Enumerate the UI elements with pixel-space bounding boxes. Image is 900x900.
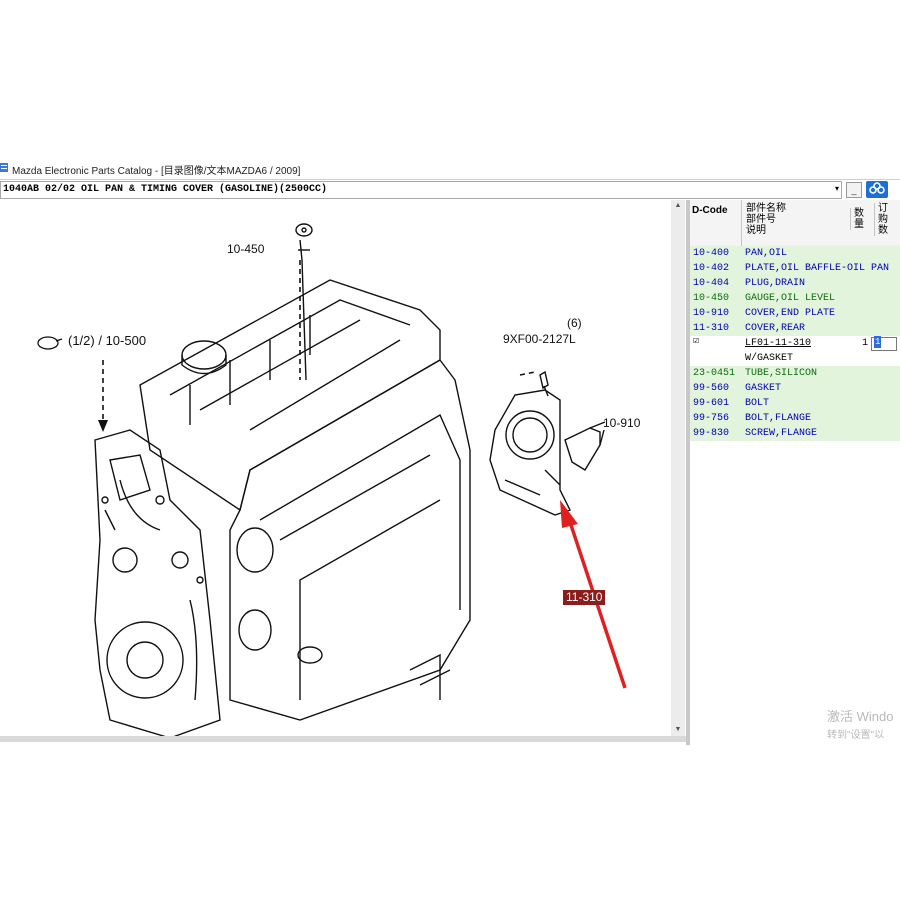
minimize-button[interactable]: _ [846,182,862,198]
selected-part-note-row: W/GASKET [690,351,900,366]
table-row[interactable]: 99-830 SCREW,FLANGE [690,426,900,441]
row-dcode: 99-756 [693,413,730,424]
part-qty: 1 [862,338,869,349]
leader-arrowhead [98,420,108,432]
row-name: PAN,OIL [745,248,788,259]
table-row[interactable]: 99-756 BOLT,FLANGE [690,411,900,426]
row-dcode: 23-0451 [693,368,736,379]
toolbar: 1040AB 02/02 OIL PAN & TIMING COVER (GAS… [0,179,900,201]
row-name: PLATE,OIL BAFFLE-OIL PAN [745,263,890,274]
row-dcode: 99-830 [693,428,730,439]
row-dcode: 99-560 [693,383,730,394]
diagram-horizontal-scrollbar[interactable] [0,736,686,742]
part-number: LF01-11-310 [745,338,812,349]
table-row[interactable]: 10-450 GAUGE,OIL LEVEL [690,291,900,306]
table-row-selected[interactable]: 11-310 COVER,REAR [690,321,900,336]
row-name: PLUG,DRAIN [745,278,806,289]
callout-end-plate[interactable]: 10-910 [603,416,640,430]
row-name: GASKET [745,383,782,394]
table-row[interactable]: 99-560 GASKET [690,381,900,396]
row-dcode: 10-404 [693,278,730,289]
row-name: SCREW,FLANGE [745,428,818,439]
header-dcode: D-Code [692,205,728,216]
table-row[interactable]: 10-910 COVER,END PLATE [690,306,900,321]
parts-list: D-Code 部件名称 部件号 说明 数量 订购数 10-400 PAN,OIL… [690,200,900,745]
row-name: COVER,END PLATE [745,308,836,319]
table-row[interactable]: 10-404 PLUG,DRAIN [690,276,900,291]
table-row[interactable]: 10-400 PAN,OIL [690,246,900,261]
row-name: BOLT [745,398,770,409]
activation-watermark-sub: 转到"设置"以 [827,730,885,741]
diagram-vertical-scrollbar[interactable]: ▲ ▼ [671,200,685,736]
scroll-up-icon[interactable]: ▲ [671,200,685,212]
callout-rear-cover-highlighted[interactable]: 11-310 [563,590,606,605]
row-dcode: 10-450 [693,293,730,304]
activation-watermark: 激活 Windo [827,709,894,724]
window-titlebar: Mazda Electronic Parts Catalog - [目录图像/文… [0,158,900,178]
table-row[interactable]: 10-402 PLATE,OIL BAFFLE-OIL PAN [690,261,900,276]
row-name: COVER,REAR [745,323,806,334]
table-row[interactable]: 23-0451 TUBE,SILICON [690,366,900,381]
part-note: W/GASKET [745,353,794,364]
link-icon [869,182,885,194]
figure-select-value: 1040AB 02/02 OIL PAN & TIMING COVER (GAS… [3,184,328,195]
header-order: 订购数 [874,203,894,236]
row-name: TUBE,SILICON [745,368,818,379]
row-dcode: 10-910 [693,308,730,319]
order-qty-input[interactable]: 1 [871,336,897,351]
scroll-down-icon[interactable]: ▼ [671,724,685,736]
header-desc-partno: 部件号 [746,214,776,225]
row-name: GAUGE,OIL LEVEL [745,293,836,304]
header-desc-note: 说明 [746,225,766,236]
parts-diagram[interactable]: 10-450 (1/2) / 10-500 (6) 9XF00-2127L 11… [0,200,686,738]
figure-select[interactable]: 1040AB 02/02 OIL PAN & TIMING COVER (GAS… [0,181,842,199]
callout-gauge-label[interactable]: 10-450 [227,242,264,256]
order-qty-value: 1 [874,336,882,348]
row-dcode: 10-400 [693,248,730,259]
callout-bolt-part[interactable]: 9XF00-2127L [503,332,576,346]
header-description: 部件名称 部件号 说明 [746,203,786,236]
callout-bolt-qty: (6) [567,316,582,330]
row-dcode: 10-402 [693,263,730,274]
app-icon [0,163,8,172]
row-name: BOLT,FLANGE [745,413,812,424]
window-title: Mazda Electronic Parts Catalog - [目录图像/文… [12,166,301,177]
header-qty: 数量 [850,208,870,230]
selected-part-detail-row[interactable]: ☑ LF01-11-310 1 1 [690,336,900,351]
row-dcode: 99-601 [693,398,730,409]
reference-sheet-icon [37,336,63,350]
link-button[interactable] [866,181,888,198]
parts-list-header: D-Code 部件名称 部件号 说明 数量 订购数 [690,200,900,247]
select-checkbox[interactable]: ☑ [693,334,699,349]
header-desc-name: 部件名称 [746,203,786,214]
chevron-down-icon[interactable]: ▾ [831,181,843,197]
table-row[interactable]: 99-601 BOLT [690,396,900,411]
engine-illustration [94,223,627,738]
callout-cover-reference[interactable]: (1/2) / 10-500 [68,333,146,348]
